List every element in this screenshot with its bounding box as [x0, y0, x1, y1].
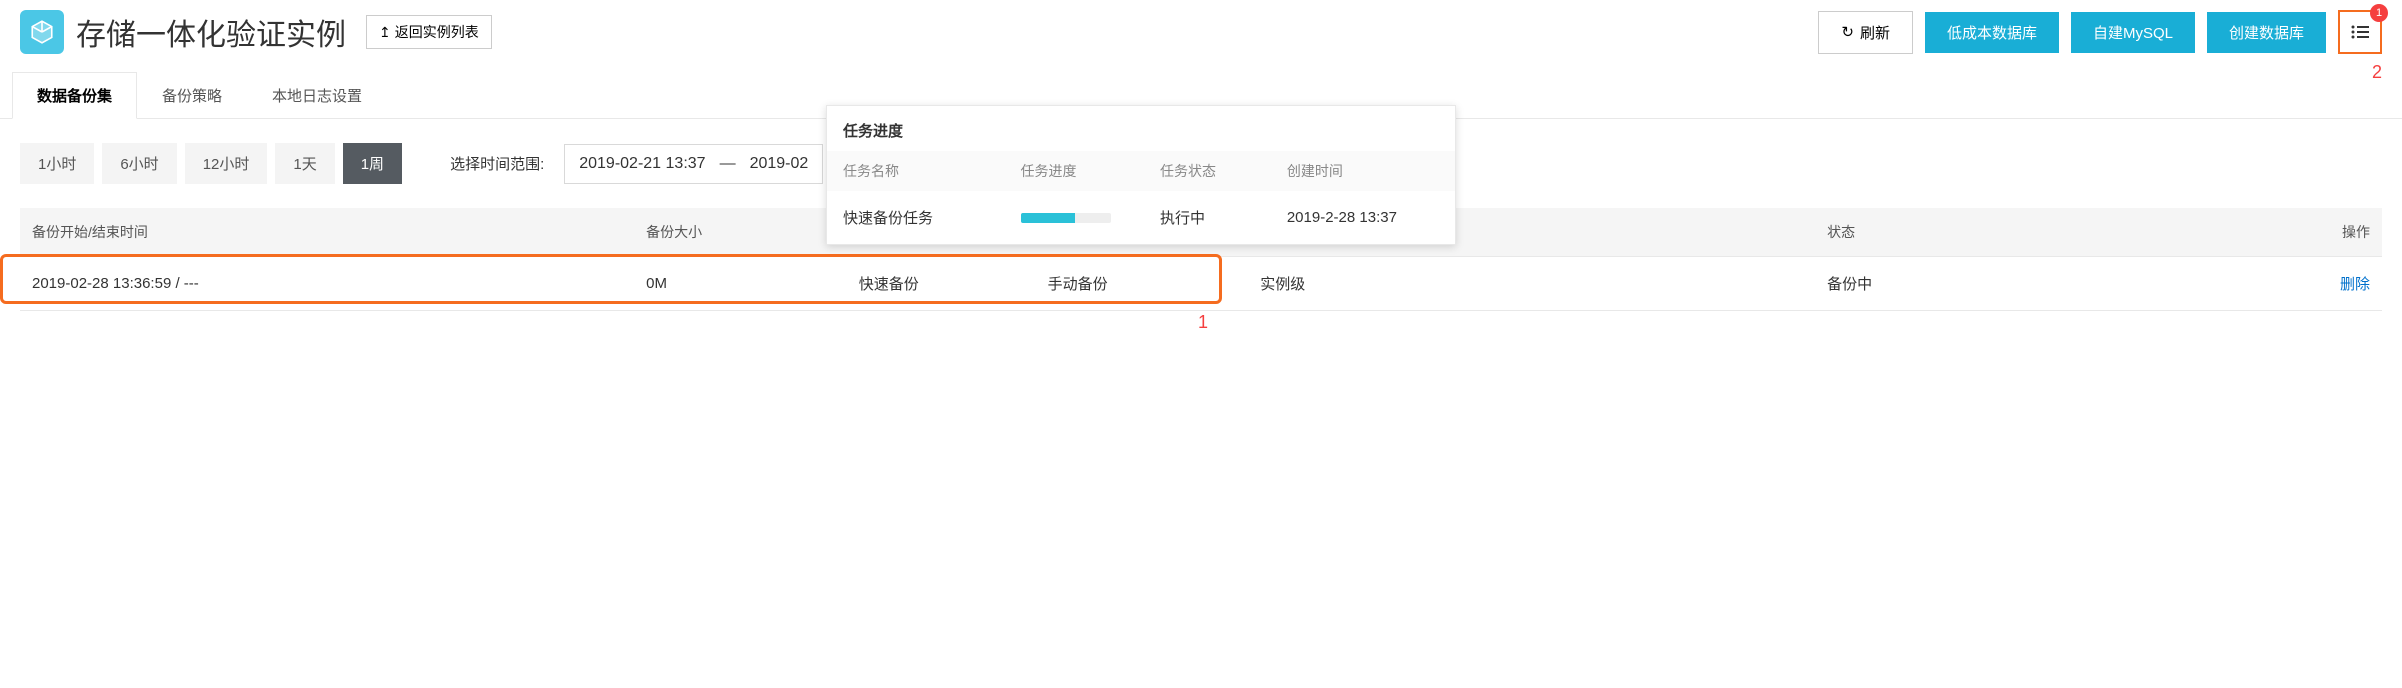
date-from: 2019-02-21 13:37 [579, 155, 705, 173]
col-action: 操作 [2240, 208, 2382, 257]
task-name: 快速备份任务 [843, 207, 1021, 228]
range-12h-button[interactable]: 12小时 [185, 143, 268, 184]
return-button[interactable]: ↥ 返回实例列表 [366, 15, 492, 49]
col-status: 状态 [1815, 208, 2240, 257]
page-header: 存储一体化验证实例 ↥ 返回实例列表 ↻ 刷新 低成本数据库 自建MySQL 创… [0, 0, 2402, 64]
range-6h-button[interactable]: 6小时 [102, 143, 176, 184]
popover-header-row: 任务名称 任务进度 任务状态 创建时间 [827, 151, 1455, 191]
progress-fill [1021, 213, 1075, 223]
refresh-label: 刷新 [1860, 22, 1890, 43]
tab-backup-sets[interactable]: 数据备份集 [12, 72, 137, 119]
range-1h-button[interactable]: 1小时 [20, 143, 94, 184]
self-mysql-button[interactable]: 自建MySQL [2071, 12, 2195, 53]
popover-col-name: 任务名称 [843, 161, 1021, 181]
date-sep: — [720, 155, 736, 173]
popover-title: 任务进度 [827, 106, 1455, 151]
table-row: 2019-02-28 13:36:59 / --- 0M 快速备份 手动备份 实… [20, 257, 2382, 311]
cell-method: 快速备份 [847, 257, 1036, 311]
range-1d-button[interactable]: 1天 [275, 143, 334, 184]
popover-col-status: 任务状态 [1160, 161, 1287, 181]
task-progress-popover: 任务进度 任务名称 任务进度 任务状态 创建时间 快速备份任务 执行中 2019… [826, 105, 1456, 245]
return-icon: ↥ [379, 24, 391, 41]
list-icon [2351, 25, 2369, 39]
popover-task-row: 快速备份任务 执行中 2019-2-28 13:37 [827, 191, 1455, 244]
tab-local-log[interactable]: 本地日志设置 [247, 72, 387, 118]
cell-policy: 手动备份 [1036, 257, 1249, 311]
popover-col-progress: 任务进度 [1021, 161, 1160, 181]
page-title: 存储一体化验证实例 [76, 10, 346, 54]
range-1w-button[interactable]: 1周 [343, 143, 402, 184]
lowcost-db-button[interactable]: 低成本数据库 [1925, 12, 2059, 53]
cube-icon [20, 10, 64, 54]
task-progress [1021, 213, 1160, 223]
date-to: 2019-02 [750, 155, 809, 173]
progress-bar [1021, 213, 1111, 223]
task-created: 2019-2-28 13:37 [1287, 209, 1439, 226]
cell-status: 备份中 [1815, 257, 2240, 311]
cell-size: 0M [634, 257, 847, 311]
delete-link[interactable]: 删除 [2340, 276, 2370, 293]
task-list-button[interactable]: 1 [2338, 10, 2382, 54]
annotation-1: 1 [1198, 312, 1208, 333]
col-time: 备份开始/结束时间 [20, 208, 634, 257]
date-range-label: 选择时间范围: [450, 153, 544, 174]
annotation-2: 2 [2372, 62, 2382, 83]
tab-backup-policy[interactable]: 备份策略 [137, 72, 247, 118]
cell-level: 实例级 [1248, 257, 1815, 311]
cell-time: 2019-02-28 13:36:59 / --- [20, 257, 634, 311]
popover-col-created: 创建时间 [1287, 161, 1439, 181]
refresh-icon: ↻ [1841, 23, 1854, 41]
create-db-button[interactable]: 创建数据库 [2207, 12, 2326, 53]
task-status: 执行中 [1160, 207, 1287, 228]
date-range-picker[interactable]: 2019-02-21 13:37 — 2019-02 [564, 144, 823, 184]
return-label: 返回实例列表 [395, 22, 479, 42]
refresh-button[interactable]: ↻ 刷新 [1818, 11, 1913, 54]
col-size: 备份大小 [634, 208, 847, 257]
task-count-badge: 1 [2370, 4, 2388, 22]
